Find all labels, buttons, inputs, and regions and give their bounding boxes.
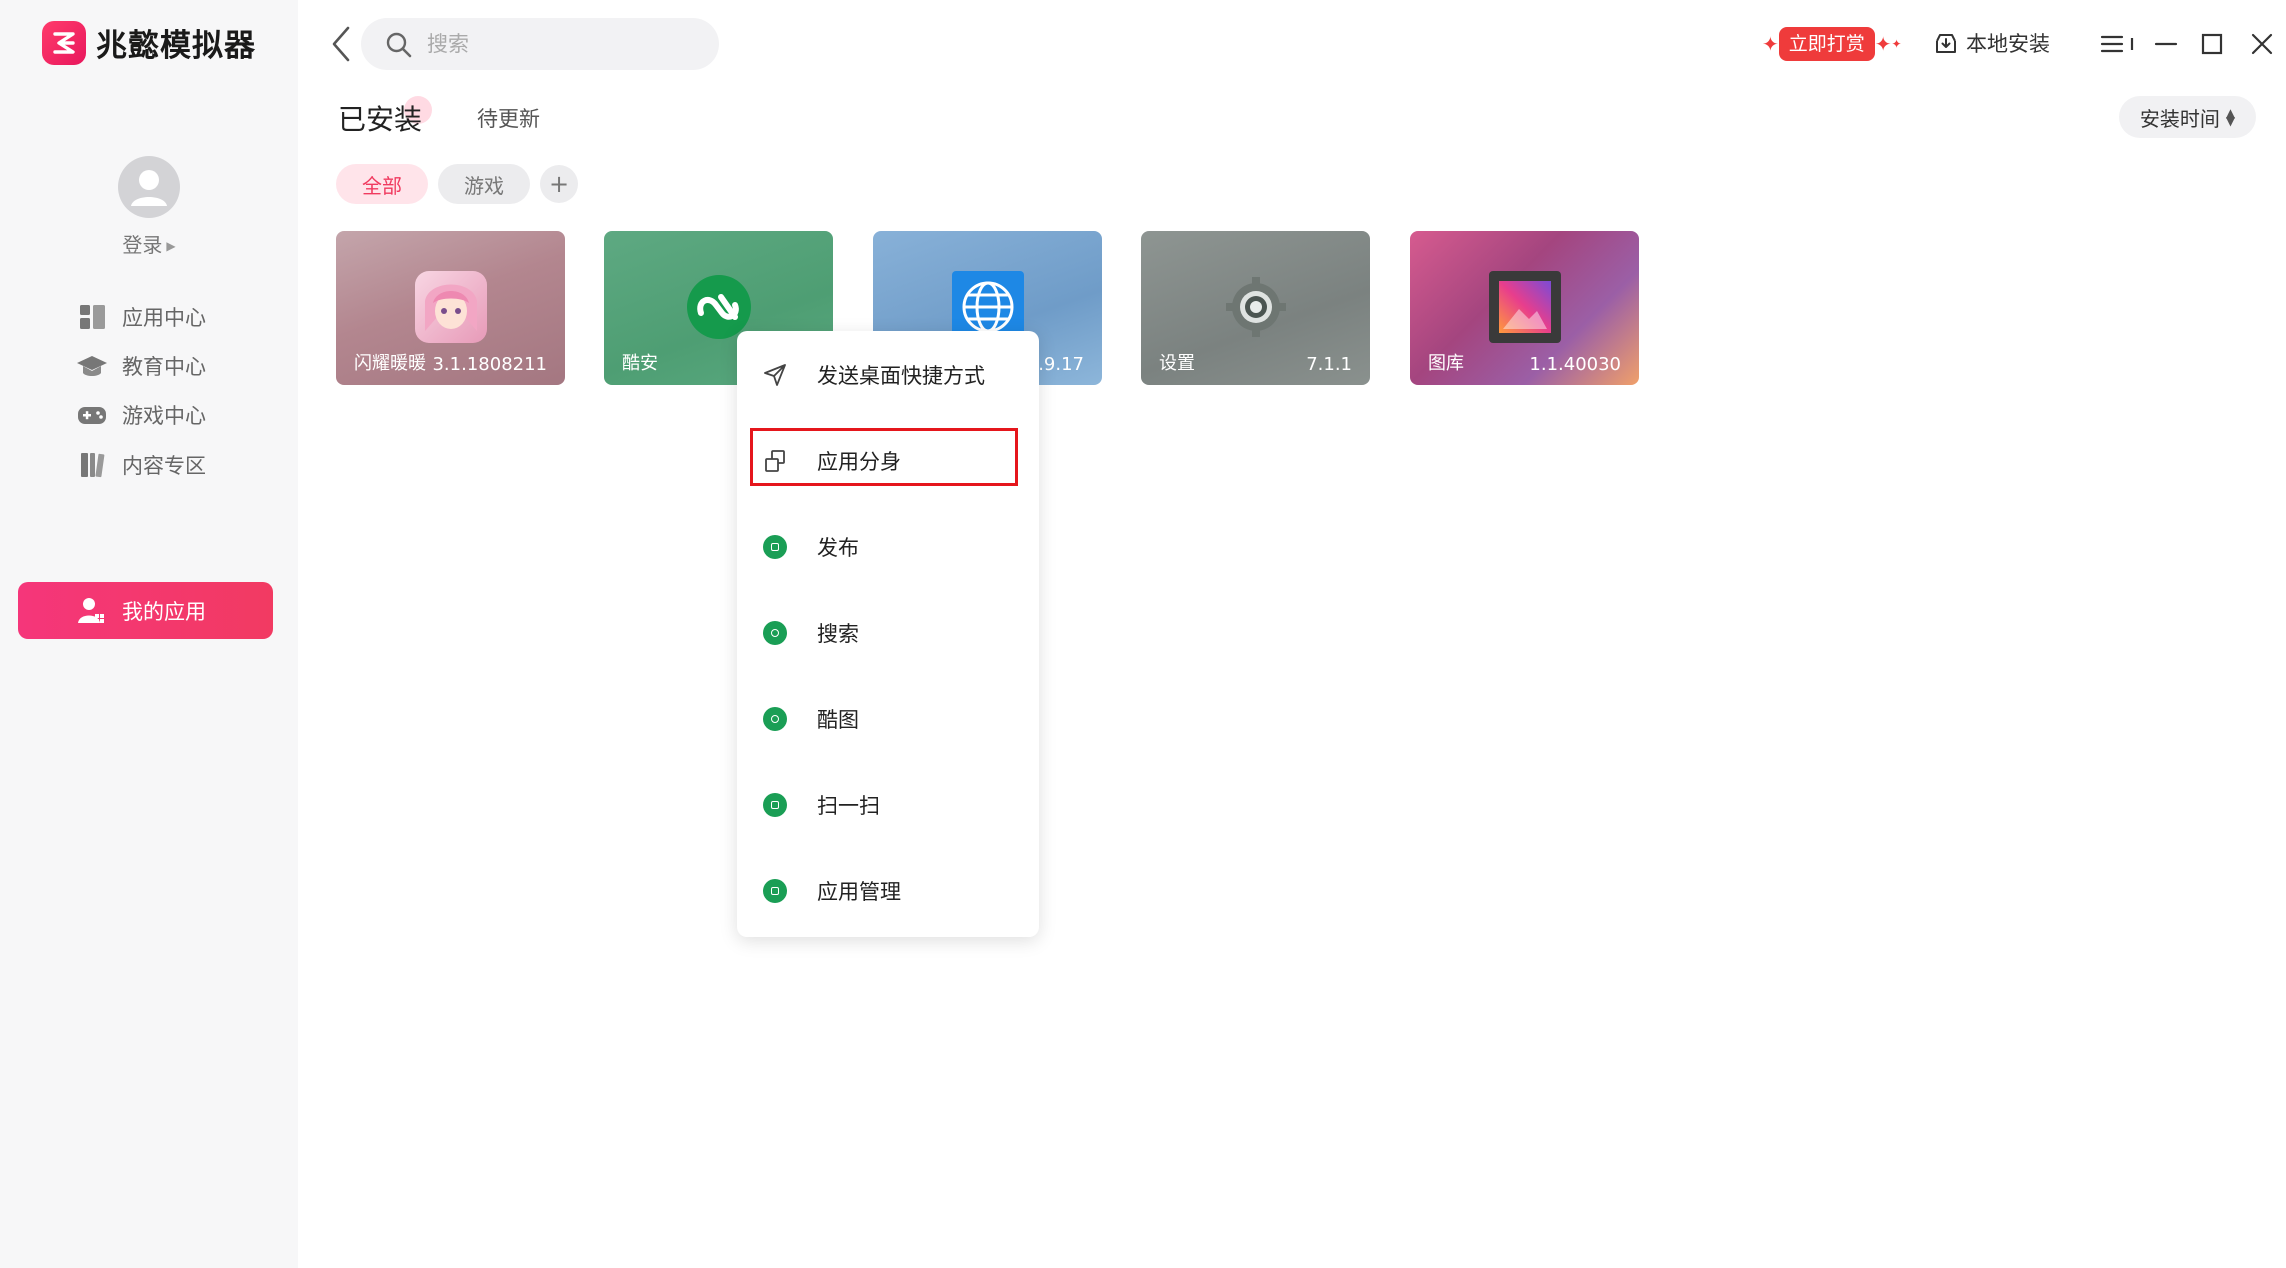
app-card-gallery[interactable]: 图库 1.1.40030 xyxy=(1410,231,1639,385)
app-center-icon xyxy=(80,305,105,329)
sidebar-item-games[interactable]: 游戏中心 xyxy=(18,386,273,443)
reward-button[interactable]: ✦ 立即打赏 ✦ ✦ xyxy=(1762,24,1902,64)
scan-icon xyxy=(763,793,787,817)
menu-item-app-manage[interactable]: 应用管理 xyxy=(737,861,1039,921)
graduation-cap-icon xyxy=(77,356,107,376)
install-icon xyxy=(1936,34,1956,53)
app-card-shining-nikki[interactable]: 闪耀暖暖 3.1.1808211 xyxy=(336,231,565,385)
app-version: 7.1.1 xyxy=(1306,354,1352,375)
gallery-app-icon xyxy=(1488,271,1561,343)
sidebar-item-label: 教育中心 xyxy=(122,354,206,379)
avatar[interactable] xyxy=(118,156,180,218)
app-name: 图库 xyxy=(1428,353,1464,374)
sort-dropdown[interactable]: 安装时间 ▲ ▼ xyxy=(2119,96,2256,138)
minimize-icon[interactable] xyxy=(2152,30,2180,58)
app-version: .9.17 xyxy=(1038,354,1084,375)
search-input[interactable] xyxy=(425,26,705,62)
my-apps-icon xyxy=(78,598,104,623)
app-name: 兆懿模拟器 xyxy=(96,28,256,64)
menu-item-search[interactable]: 搜索 xyxy=(737,603,1039,663)
manage-icon xyxy=(763,879,787,903)
menu-item-label: 发布 xyxy=(817,536,859,560)
login-link[interactable]: 登录 ▶ xyxy=(0,229,298,258)
search-bar[interactable] xyxy=(361,18,719,70)
sparkle-icon: ✦ xyxy=(1891,37,1902,51)
sidebar-item-label: 内容专区 xyxy=(122,453,206,478)
menu-item-label: 应用管理 xyxy=(817,880,901,904)
gamepad-icon xyxy=(78,407,106,424)
close-icon[interactable] xyxy=(2248,30,2276,58)
app-name: 酷安 xyxy=(622,353,658,374)
app-version: 1.1.40030 xyxy=(1529,354,1621,375)
menu-icon[interactable] xyxy=(2098,30,2126,58)
image-icon xyxy=(763,707,787,731)
menu-item-scan[interactable]: 扫一扫 xyxy=(737,775,1039,835)
sidebar-item-content[interactable]: 内容专区 xyxy=(18,436,273,493)
app-version: 3.1.1808211 xyxy=(432,354,547,375)
sidebar-item-label: 应用中心 xyxy=(122,305,206,330)
logo-icon xyxy=(42,20,86,65)
shining-nikki-app-icon xyxy=(414,271,487,343)
filter-chip-all[interactable]: 全部 xyxy=(336,164,428,204)
sidebar-item-label: 游戏中心 xyxy=(122,403,206,428)
menu-item-coolpic[interactable]: 酷图 xyxy=(737,689,1039,749)
app-card-settings[interactable]: 设置 7.1.1 xyxy=(1141,231,1370,385)
sidebar-item-label: 我的应用 xyxy=(122,599,206,624)
menu-item-label: 发送桌面快捷方式 xyxy=(817,364,985,388)
local-install-label: 本地安装 xyxy=(1966,32,2050,56)
highlight-box xyxy=(750,428,1018,486)
menu-item-label: 酷图 xyxy=(817,708,859,732)
maximize-icon[interactable] xyxy=(2198,30,2226,58)
menu-item-publish[interactable]: 发布 xyxy=(737,517,1039,577)
menu-item-label: 搜索 xyxy=(817,622,859,646)
app-logo: 兆懿模拟器 xyxy=(42,20,256,65)
search-icon xyxy=(386,32,412,58)
publish-icon xyxy=(763,535,787,559)
add-filter-button[interactable]: + xyxy=(540,165,578,203)
menu-item-label: 扫一扫 xyxy=(817,794,880,818)
local-install-button[interactable]: 本地安装 xyxy=(1934,28,2050,58)
context-menu: 发送桌面快捷方式 应用分身 发布 搜索 酷图 扫一扫 应用管理 xyxy=(737,331,1039,937)
books-icon xyxy=(81,453,105,478)
sparkle-icon: ✦ xyxy=(1874,32,1892,56)
tab-installed[interactable]: 已安装 xyxy=(338,98,422,138)
menu-item-send-shortcut[interactable]: 发送桌面快捷方式 xyxy=(737,345,1039,405)
sidebar-item-my-apps[interactable]: 我的应用 xyxy=(18,582,273,639)
sidebar: 兆懿模拟器 登录 ▶ 应用中心 教育中心 游戏中心 内容专区 我的应用 xyxy=(0,0,298,1268)
divider-icon xyxy=(2130,38,2134,50)
login-label: 登录 xyxy=(122,233,163,257)
settings-app-icon xyxy=(1225,277,1286,337)
sort-label: 安装时间 xyxy=(2139,106,2220,131)
back-arrow-icon[interactable] xyxy=(328,24,352,64)
send-icon xyxy=(764,364,786,386)
reward-label: 立即打赏 xyxy=(1778,27,1875,61)
caret-right-icon: ▶ xyxy=(166,239,176,253)
filter-chip-games[interactable]: 游戏 xyxy=(438,164,530,204)
app-name: 设置 xyxy=(1159,353,1195,374)
sparkle-icon: ✦ xyxy=(1762,32,1779,56)
app-name: 闪耀暖暖 xyxy=(354,353,426,374)
tab-label: 已安装 xyxy=(338,103,423,136)
search-icon xyxy=(763,621,787,645)
sort-arrows-icon: ▲ ▼ xyxy=(2225,106,2236,128)
tab-updates[interactable]: 待更新 xyxy=(477,103,540,133)
